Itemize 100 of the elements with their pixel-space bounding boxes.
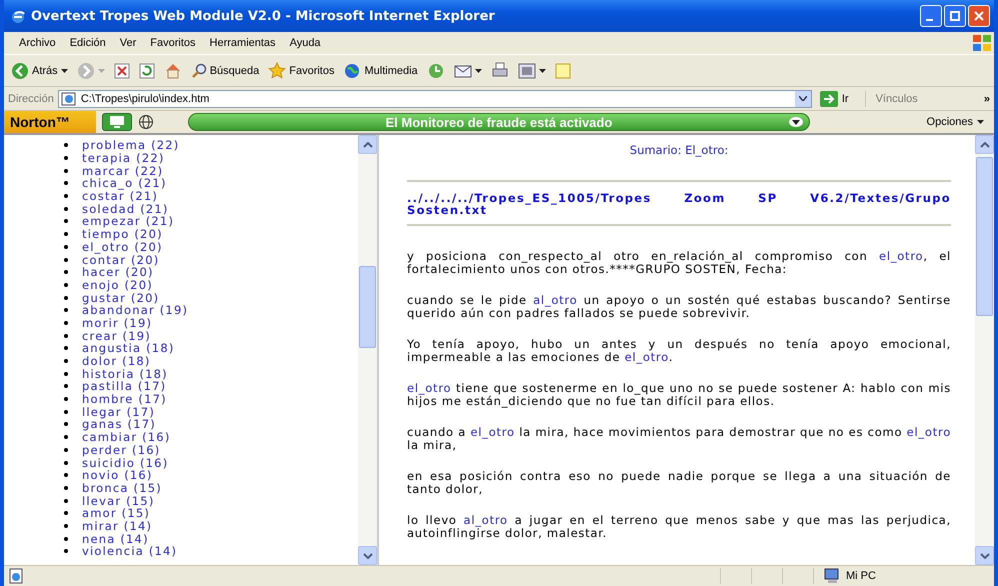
envelope-icon (454, 62, 472, 78)
media-button[interactable]: Multimedia (340, 60, 421, 82)
scroll-down-button[interactable] (975, 546, 994, 565)
bullet-icon (64, 244, 68, 249)
menu-item[interactable]: Ayuda (282, 37, 328, 49)
windows-logo-icon (972, 34, 992, 52)
page-icon (8, 568, 24, 584)
menu-item[interactable]: Ver (112, 37, 144, 49)
bullet-icon (64, 334, 68, 338)
word-link[interactable]: gustar (20) (82, 292, 160, 304)
word-link[interactable]: suicidio (16) (82, 456, 168, 469)
bullet-icon (64, 549, 68, 554)
word-link[interactable]: perder (16) (82, 444, 160, 456)
word-link[interactable]: marcar (22) (82, 164, 164, 177)
word-link[interactable]: crear (19) (82, 330, 151, 342)
bullet-icon (64, 536, 68, 541)
monitor-button[interactable] (102, 113, 132, 131)
word-link[interactable]: problema (22) (82, 139, 180, 152)
refresh-icon (138, 62, 155, 78)
bullet-icon (64, 486, 68, 490)
word-link[interactable]: el_otro (20) (82, 240, 163, 253)
word-link[interactable]: mirar (14) (82, 520, 152, 532)
word-link[interactable]: angustia (18) (82, 342, 175, 354)
bullet-icon (64, 270, 68, 274)
minimize-icon (926, 19, 932, 21)
paragraph: cuando se le pide al_otro un apoyo o un sostén qué estabas buscando? Sentirse querido aún con padres fallados se puede sobrevivir. (407, 294, 951, 319)
favorites-button[interactable]: Favoritos (265, 60, 338, 82)
paragraph: Yo tenía apoyo, hubo un antes y un después no tenía apoyo emocional, impermeable a las emociones de el_otro. (407, 338, 951, 363)
bullet-icon (64, 397, 68, 402)
word-link[interactable]: terapia (22) (82, 152, 165, 164)
bullet-icon (64, 232, 68, 236)
scrollbar[interactable] (358, 135, 377, 565)
chevron-down-icon (980, 552, 990, 558)
menu-item[interactable]: Favoritos (143, 37, 203, 49)
scroll-up-button[interactable] (975, 135, 994, 154)
menu-item[interactable]: Edición (62, 37, 113, 49)
word-link[interactable]: bronca (15) (82, 482, 162, 494)
address-field[interactable]: C:\Tropes\pirulo\index.htm (58, 90, 812, 108)
menu-item[interactable]: Herramientas (202, 37, 283, 49)
monitor-icon (108, 115, 125, 129)
word-link[interactable]: llegar (17) (82, 406, 156, 418)
word-link[interactable]: empezar (21) (82, 215, 174, 228)
search-button[interactable]: Búsqueda (188, 60, 262, 80)
bullet-icon (64, 181, 68, 186)
scroll-down-button[interactable] (358, 546, 377, 565)
word-link[interactable]: soledad (21) (82, 202, 169, 215)
word-link[interactable]: pastilla (17) (82, 380, 166, 392)
scroll-up-button[interactable] (358, 135, 377, 154)
word-link[interactable]: hombre (17) (82, 393, 167, 406)
word-link[interactable]: cambiar (16) (82, 431, 171, 444)
word-link[interactable]: abandonar (19) (82, 304, 188, 316)
word-link[interactable]: amor (15) (82, 507, 150, 520)
bullet-icon (64, 219, 68, 224)
bullet-icon (64, 168, 68, 173)
more-links-button[interactable]: » (984, 92, 990, 104)
close-button[interactable] (968, 5, 990, 27)
maximize-button[interactable] (944, 5, 966, 27)
links-label: Vínculos (876, 92, 918, 104)
bullet-icon (64, 308, 68, 312)
bullet-icon (64, 384, 68, 388)
word-link[interactable]: costar (21) (82, 190, 158, 202)
caret-icon (538, 68, 546, 72)
bullet-icon (64, 282, 68, 287)
word-link[interactable]: hacer (20) (82, 266, 154, 278)
word-link[interactable]: chica_o (21) (82, 177, 167, 190)
note-icon (554, 62, 571, 78)
search-icon (190, 62, 207, 78)
back-button[interactable]: Atrás (8, 60, 71, 82)
word-link[interactable]: llevar (15) (82, 494, 155, 507)
word-link[interactable]: contar (20) (82, 254, 160, 266)
go-button[interactable]: Ir (816, 90, 866, 106)
minimize-button[interactable] (920, 5, 942, 27)
word-link[interactable]: violencia (14) (82, 545, 178, 558)
word-link[interactable]: morir (19) (82, 316, 152, 329)
scroll-thumb[interactable] (359, 266, 376, 348)
globe-button[interactable] (138, 114, 154, 130)
word-link[interactable]: enojo (20) (82, 278, 153, 291)
home-icon (164, 62, 182, 80)
paragraph: lo llevo al_otro a jugar en el terreno que menos sabe y que mas las perjudica, autoinflingirse dolor, malestar. (407, 514, 951, 539)
bullet-icon (64, 156, 68, 160)
scroll-thumb[interactable] (976, 157, 993, 316)
word-link[interactable]: nena (14) (82, 532, 149, 545)
chevron-up-icon (980, 142, 990, 148)
stop-icon (114, 62, 130, 78)
paragraph: el_otro tiene que sostenerme en lo_que uno no se puede sostener A: hablo con mis hijos me están_diciendo que no fue tan difícil para ellos. (407, 382, 951, 407)
paragraph: y posiciona con_respecto_al otro en_relación_al compromiso con el_otro, el fortalecimiento unos con otros.****GRUPO SOSTEN, Fecha: (407, 250, 951, 275)
menu-item[interactable]: Archivo (12, 37, 63, 49)
maximize-icon (950, 11, 960, 21)
scrollbar[interactable] (975, 135, 994, 565)
word-link[interactable]: historia (18) (82, 368, 168, 380)
word-link[interactable]: novio (16) (82, 469, 153, 482)
file-path-link[interactable]: ../../../../Tropes_ES_1005/Tropes Zoom SP V6.2/Textes/Grupo Sosten.txt (407, 192, 951, 216)
bullet-icon (64, 206, 68, 211)
word-link[interactable]: dolor (18) (82, 355, 151, 368)
chevron-up-icon (362, 142, 372, 148)
word-link[interactable]: ganas (17) (82, 418, 156, 430)
bullet-icon (64, 511, 68, 516)
options-button[interactable]: Opciones (920, 115, 990, 129)
dropdown-button[interactable] (794, 90, 811, 106)
word-link[interactable]: tiempo (20) (82, 228, 163, 240)
